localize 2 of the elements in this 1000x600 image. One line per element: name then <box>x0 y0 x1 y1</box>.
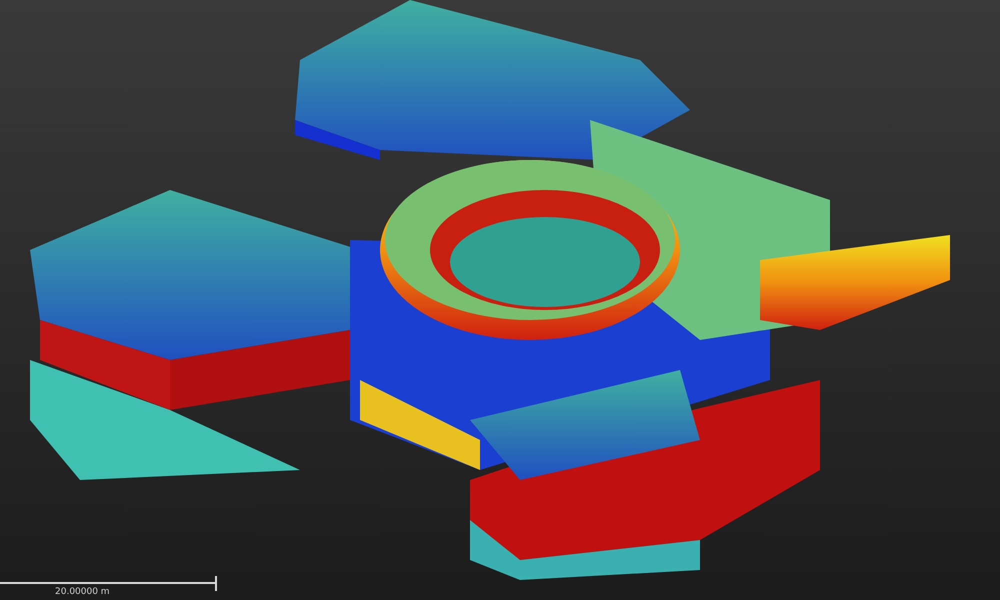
3d-viewport[interactable]: 20.00000 m <box>0 0 1000 600</box>
scale-label: 20.00000 m <box>55 586 110 598</box>
